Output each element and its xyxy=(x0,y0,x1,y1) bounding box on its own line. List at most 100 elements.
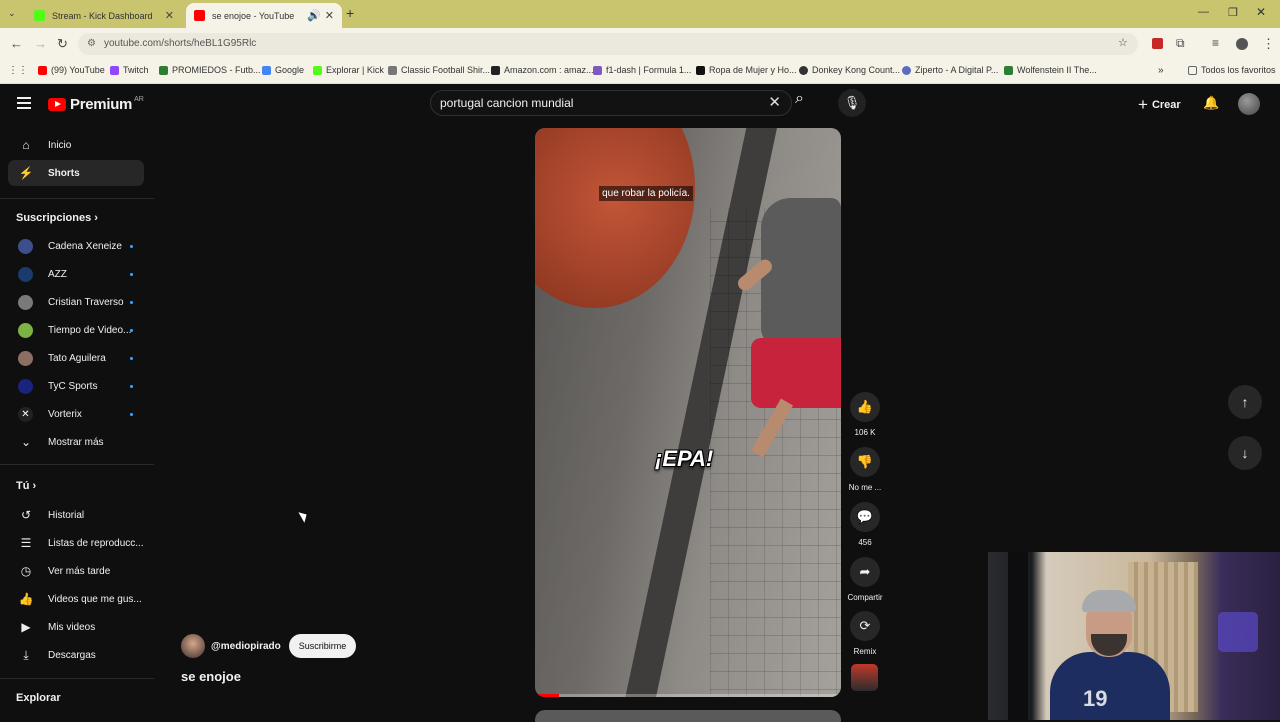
bookmark-item[interactable]: Wolfenstein II The... xyxy=(1004,65,1097,75)
bookmark-item[interactable]: (99) YouTube xyxy=(38,65,105,75)
site-info-icon[interactable]: ⚙ xyxy=(87,33,96,55)
sidebar-item-liked-videos[interactable]: 👍 Videos que me gus... xyxy=(8,586,144,612)
microphone-icon[interactable]: 🎙 xyxy=(838,89,866,117)
close-tab-icon[interactable]: ✕ xyxy=(165,9,174,22)
twitch-icon xyxy=(110,65,119,75)
reload-icon[interactable]: ↻ xyxy=(57,36,68,52)
remix-label: Remix xyxy=(853,647,877,656)
sidebar-item-label: AZZ xyxy=(48,268,67,280)
avatar[interactable] xyxy=(1238,93,1260,115)
extension-pdf-icon[interactable] xyxy=(1152,38,1163,49)
bookmark-item[interactable]: Donkey Kong Count... xyxy=(799,65,900,75)
profile-icon[interactable] xyxy=(1236,38,1248,50)
bookmark-item[interactable]: Google xyxy=(262,65,304,75)
all-bookmarks-folder[interactable]: Todos los favoritos xyxy=(1188,65,1276,75)
subscription-item[interactable]: Cristian Traverso xyxy=(8,289,144,315)
sidebar-item-inicio[interactable]: ⌂ Inicio xyxy=(8,132,144,158)
previous-short-button[interactable]: ↑ xyxy=(1228,385,1262,419)
back-icon[interactable]: ← xyxy=(10,36,23,51)
sidebar-item-label: Cristian Traverso xyxy=(48,296,124,308)
close-tab-icon[interactable]: ✕ xyxy=(325,9,334,22)
bookmark-item[interactable]: Amazon.com : amaz... xyxy=(491,65,594,75)
subscription-item[interactable]: AZZ xyxy=(8,261,144,287)
comments-button[interactable]: 💬 456 xyxy=(845,502,885,547)
subscriptions-heading[interactable]: Suscripciones › xyxy=(16,212,98,224)
url-bar[interactable]: ⚙ youtube.com/shorts/heBL1G95Rlc xyxy=(78,33,1138,55)
bookmark-item[interactable]: f1-dash | Formula 1... xyxy=(593,65,691,75)
extensions-icon[interactable]: ⧉ xyxy=(1176,36,1185,51)
media-icon[interactable]: ≡ xyxy=(1212,36,1219,50)
bookmark-label: Amazon.com : amaz... xyxy=(504,65,594,75)
bookmark-item[interactable]: Twitch xyxy=(110,65,149,75)
sound-thumbnail[interactable] xyxy=(851,664,878,691)
tab-youtube[interactable]: se enojoe - YouTube 🔊 ✕ xyxy=(186,3,342,28)
audio-icon[interactable]: 🔊 xyxy=(307,9,321,22)
next-short-preview[interactable] xyxy=(535,710,841,722)
sidebar-item-watch-later[interactable]: ◷ Ver más tarde xyxy=(8,558,144,584)
restore-button[interactable]: ❐ xyxy=(1228,6,1238,19)
subscribe-button[interactable]: Suscribirme xyxy=(288,634,357,658)
channel-avatar[interactable] xyxy=(181,634,205,658)
subscription-item[interactable]: ✕ Vorterix xyxy=(8,401,144,427)
subscription-item[interactable]: Tiempo de Video... xyxy=(8,317,144,343)
tab-label: Stream - Kick Dashboard xyxy=(52,10,153,21)
folder-icon xyxy=(1188,65,1197,75)
sidebar-item-label: Shorts xyxy=(48,167,80,179)
clock-icon: ◷ xyxy=(20,564,32,578)
minimize-button[interactable]: — xyxy=(1198,6,1209,18)
bookmark-item[interactable]: Ziperto - A Digital P... xyxy=(902,65,998,75)
search-icon[interactable]: ⌕ xyxy=(795,90,804,108)
sidebar-item-my-videos[interactable]: ▶ Mis videos xyxy=(8,614,144,640)
star-icon[interactable]: ☆ xyxy=(1118,36,1128,49)
create-button[interactable]: + Crear xyxy=(1138,95,1181,115)
tab-kick-dashboard[interactable]: Stream - Kick Dashboard ✕ xyxy=(26,3,182,28)
explore-title: Explorar xyxy=(16,692,61,704)
channel-handle[interactable]: @mediopirado xyxy=(211,641,281,652)
subscription-item[interactable]: Cadena Xeneize xyxy=(8,233,144,259)
search-input[interactable]: portugal cancion mundial ✕ xyxy=(430,90,792,116)
browser-menu-icon[interactable]: ⋮ xyxy=(1262,36,1275,52)
apps-icon[interactable]: ⋮⋮ xyxy=(8,65,28,76)
channel-avatar xyxy=(18,322,33,338)
arrow-up-icon: ↑ xyxy=(1241,394,1249,410)
tab-search-icon[interactable]: ⌄ xyxy=(8,8,16,19)
bookmark-item[interactable]: Classic Football Shir... xyxy=(388,65,490,75)
sidebar-item-downloads[interactable]: ⤓ Descargas xyxy=(8,642,144,668)
bookmark-item[interactable]: PROMIEDOS - Futb... xyxy=(159,65,261,75)
history-icon: ↺ xyxy=(20,508,32,522)
clear-search-icon[interactable]: ✕ xyxy=(768,91,781,115)
new-tab-button[interactable]: + xyxy=(346,5,354,21)
sidebar-item-label: TyC Sports xyxy=(48,380,98,392)
video-progress-bar[interactable] xyxy=(535,694,841,697)
sidebar-item-playlists[interactable]: ☰ Listas de reproducc... xyxy=(8,530,144,556)
show-more-button[interactable]: ⌄ Mostrar más xyxy=(8,429,144,455)
youtube-premium-logo[interactable]: Premium AR xyxy=(48,96,144,113)
sidebar-item-label: Descargas xyxy=(48,649,96,661)
more-bookmarks-icon[interactable]: » xyxy=(1158,65,1164,76)
ziperto-icon xyxy=(902,65,911,75)
like-button[interactable]: 👍 106 K xyxy=(845,392,885,437)
dislike-button[interactable]: 👎 No me ... xyxy=(845,447,885,492)
hamburger-menu-icon[interactable] xyxy=(17,97,31,112)
share-button[interactable]: ➦ Compartir xyxy=(845,557,885,602)
bookmark-item[interactable]: Ropa de Mujer y Ho... xyxy=(696,65,797,75)
close-window-button[interactable]: ✕ xyxy=(1256,5,1266,19)
notifications-bell-icon[interactable]: 🔔 xyxy=(1203,95,1219,111)
bookmark-item[interactable]: Explorar | Kick xyxy=(313,65,384,75)
comment-count: 456 xyxy=(858,538,872,547)
sidebar-divider xyxy=(0,678,154,679)
subscription-item[interactable]: TyC Sports xyxy=(8,373,144,399)
remix-button[interactable]: ⟳ Remix xyxy=(845,611,885,656)
forward-icon[interactable]: → xyxy=(34,36,47,51)
bookmark-label: Classic Football Shir... xyxy=(401,65,491,75)
playlist-icon: ☰ xyxy=(20,536,32,550)
sidebar-item-label: Videos que me gus... xyxy=(48,593,142,605)
short-video-player[interactable]: que robar la policía. ¡EPA! xyxy=(535,128,841,697)
football-shirt-icon xyxy=(388,65,397,75)
next-short-button[interactable]: ↓ xyxy=(1228,436,1262,470)
subscription-item[interactable]: Tato Aguilera xyxy=(8,345,144,371)
you-heading[interactable]: Tú › xyxy=(16,480,36,492)
sidebar-item-shorts[interactable]: ⚡ Shorts xyxy=(8,160,144,186)
bookmarks-bar: ⋮⋮ (99) YouTube Twitch PROMIEDOS - Futb.… xyxy=(0,60,1280,84)
sidebar-item-historial[interactable]: ↺ Historial xyxy=(8,502,144,528)
